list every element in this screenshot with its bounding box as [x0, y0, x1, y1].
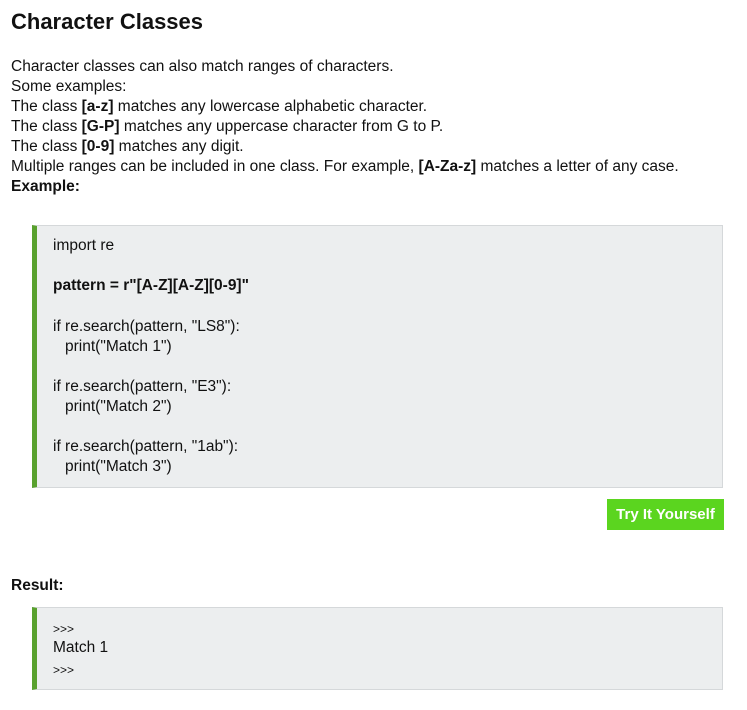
example-uppercase-range: The class [G-P] matches any uppercase ch…: [11, 118, 444, 135]
some-examples-text: Some examples:: [11, 78, 127, 95]
code-block: import re pattern = r"[A-Z][A-Z][0-9]" i…: [32, 225, 723, 488]
code-line-if-3: if re.search(pattern, "1ab"):: [53, 438, 239, 455]
pattern-lowercase: [a-z]: [81, 98, 114, 115]
code-line-if-1: if re.search(pattern, "LS8"):: [53, 318, 240, 335]
page-title: Character Classes: [11, 9, 204, 34]
code-line-if-2: if re.search(pattern, "E3"):: [53, 378, 232, 395]
example-digit: The class [0-9] matches any digit.: [11, 138, 244, 155]
code-line-print-3: print("Match 3"): [65, 458, 172, 475]
example-label: Example:: [11, 178, 80, 195]
intro-text: Character classes can also match ranges …: [11, 58, 394, 75]
pattern-digit: [0-9]: [81, 138, 115, 155]
try-it-yourself-button[interactable]: Try It Yourself: [607, 499, 724, 530]
code-line-print-2: print("Match 2"): [65, 398, 172, 415]
pattern-uppercase-range: [G-P]: [81, 118, 120, 135]
multiple-ranges-text: Multiple ranges can be included in one c…: [11, 158, 679, 175]
result-prompt-start: >>>: [53, 622, 75, 636]
code-line-import: import re: [53, 237, 115, 254]
example-lowercase: The class [a-z] matches any lowercase al…: [11, 98, 428, 115]
lesson-text: Character classes can also match ranges …: [11, 57, 741, 197]
pattern-any-case: [A-Za-z]: [418, 158, 477, 175]
code-line-pattern: pattern = r"[A-Z][A-Z][0-9]": [53, 277, 249, 294]
result-label: Result:: [11, 577, 64, 594]
result-output-line: Match 1: [53, 639, 109, 656]
code-line-print-1: print("Match 1"): [65, 338, 172, 355]
result-output-block: >>> Match 1 >>>: [32, 607, 723, 690]
result-prompt-end: >>>: [53, 663, 75, 677]
